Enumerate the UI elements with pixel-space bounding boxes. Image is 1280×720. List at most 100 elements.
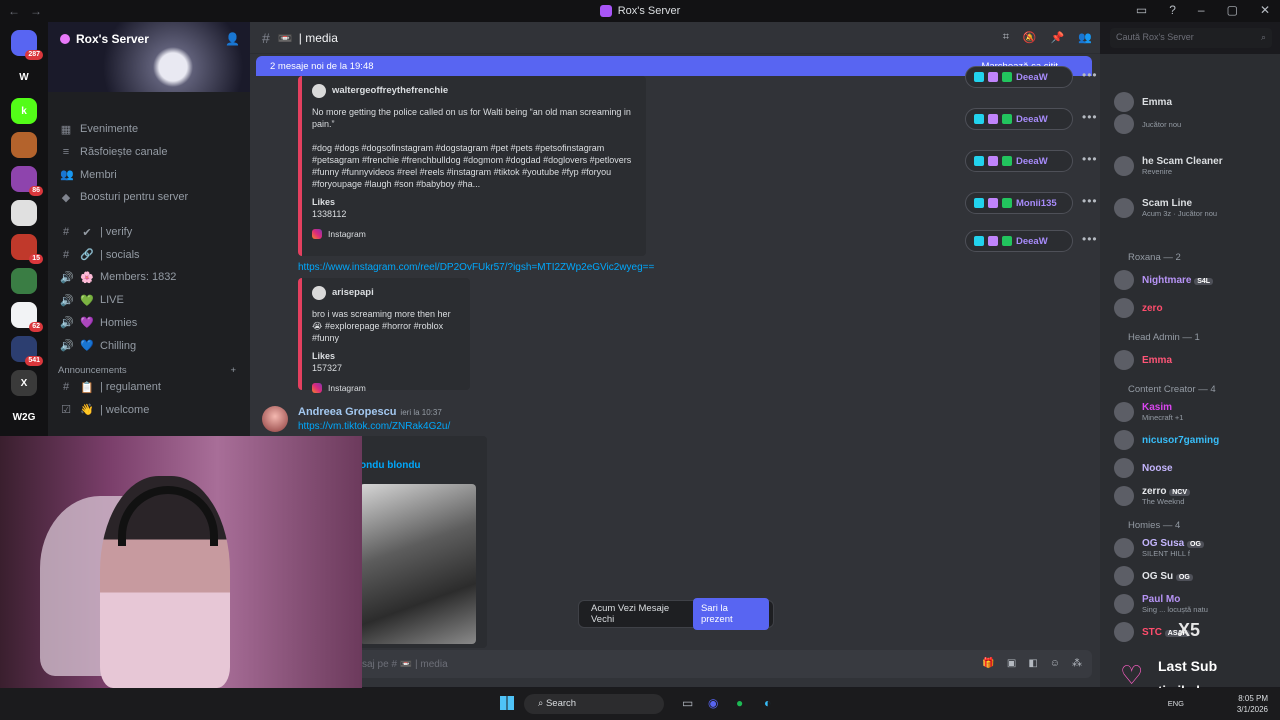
channel-item[interactable]: 🔊 💙 Chilling — [48, 334, 250, 357]
message-author[interactable]: Andreea Gropescu ieri la 10:37 — [298, 406, 442, 418]
voice-status-pill[interactable]: Monii135 — [965, 192, 1073, 214]
instagram-link[interactable]: https://www.instagram.com/reel/DP2OvFUkr… — [298, 262, 654, 273]
discord-icon[interactable]: ◉ — [708, 696, 718, 710]
server-list: 287 Wk 86 15 62 541 X W2G — [0, 22, 48, 464]
hash-icon: # — [262, 29, 270, 46]
member-list-icon[interactable]: 👥 — [1078, 31, 1092, 44]
apps-icon[interactable]: ⁂ — [1072, 658, 1082, 669]
menu-events[interactable]: ▦ Evenimente — [48, 118, 250, 141]
member-info: zerro NCV The Weeknd — [1142, 486, 1191, 506]
add-channel-icon[interactable]: + — [230, 365, 236, 376]
server-banner[interactable]: Rox's Server 👤 — [48, 22, 250, 92]
maximize-button[interactable]: ▢ — [1227, 3, 1238, 17]
channel-item[interactable]: # ✔ | verify — [48, 221, 250, 244]
member-item[interactable]: Noose — [1114, 456, 1173, 480]
category-announcements[interactable]: Announcements + — [48, 357, 250, 376]
minimize-button[interactable]: – — [1198, 3, 1205, 17]
member-item[interactable]: Jucător nou — [1114, 112, 1181, 136]
file-explorer-icon[interactable]: ▭ — [682, 696, 693, 710]
sticker-icon[interactable]: ◧ — [1028, 658, 1037, 669]
voice-status-pill[interactable]: DeeaW — [965, 108, 1073, 130]
server-initial: W2G — [12, 411, 36, 423]
channel-item[interactable]: 🔊 🌸 Members: 1832 — [48, 266, 250, 289]
invite-icon[interactable]: 👤 — [225, 32, 240, 46]
threads-icon[interactable]: ⌗ — [1003, 31, 1009, 44]
voice-status-pill[interactable]: DeeaW — [965, 150, 1073, 172]
close-button[interactable]: ✕ — [1260, 3, 1270, 17]
spotify-icon[interactable]: ● — [736, 696, 743, 710]
taskbar-search[interactable]: ⌕ Search — [524, 694, 664, 714]
server-icon[interactable]: 86 — [11, 166, 43, 196]
member-group-title: Roxana — 2 — [1128, 252, 1181, 263]
member-item[interactable]: OG Susa OG SILENT HILL f — [1114, 536, 1204, 560]
emoji-icon[interactable]: ☺ — [1050, 658, 1060, 669]
server-icon[interactable] — [11, 132, 37, 158]
server-icon[interactable]: 62 — [11, 302, 43, 332]
channel-label: Members: 1832 — [100, 271, 177, 284]
more-options-icon[interactable]: ••• — [1082, 68, 1098, 82]
voice-status-pill[interactable]: DeeaW — [965, 230, 1073, 252]
member-item[interactable]: zerro NCV The Weeknd — [1114, 484, 1191, 508]
more-options-icon[interactable]: ••• — [1082, 194, 1098, 208]
server-icon[interactable]: 287 — [11, 30, 43, 60]
message-input[interactable]: saj pe # 📼 | media 🎁 ▣ ◧ ☺ ⁂ — [350, 650, 1092, 678]
menu-members[interactable]: 👥 Membri — [48, 163, 250, 186]
author-name[interactable]: Andreea Gropescu — [298, 406, 396, 418]
member-item[interactable]: zero — [1114, 296, 1163, 320]
windows-start-icon[interactable] — [500, 696, 514, 710]
gift-icon[interactable]: 🎁 — [982, 658, 994, 669]
video-thumbnail[interactable] — [360, 484, 476, 644]
clock[interactable]: 8:05 PM 3/1/2026 — [1237, 693, 1268, 715]
channel-item[interactable]: # 🔗 | socials — [48, 243, 250, 266]
embed-title[interactable]: ondu blondu — [360, 460, 421, 471]
gif-icon[interactable]: ▣ — [1007, 658, 1016, 669]
channel-item[interactable]: ☑ 👋 | welcome — [48, 399, 250, 422]
menu-browse-channels[interactable]: ≡ Răsfoiește canale — [48, 141, 250, 164]
composer-placeholder: saj pe # 📼 | media — [362, 658, 448, 670]
tiktok-link[interactable]: https://vm.tiktok.com/ZNRak4G2u/ — [298, 421, 450, 432]
channel-item[interactable]: 🔊 💜 Homies — [48, 312, 250, 335]
unread-badge: 15 — [29, 254, 43, 264]
member-item[interactable]: he Scam Cleaner Revenire — [1114, 154, 1223, 178]
embed-author[interactable]: waltergeoffreythefrenchie — [312, 84, 636, 98]
member-tag: S4L — [1194, 277, 1214, 285]
edge-icon[interactable]: ◐ — [764, 696, 771, 710]
member-item[interactable]: nicusor7gaming — [1114, 428, 1219, 452]
member-item[interactable]: OG Su OG — [1114, 564, 1193, 588]
server-icon[interactable] — [11, 200, 37, 226]
search-input[interactable]: Caută Rox's Server ⌕ — [1110, 28, 1272, 48]
member-item[interactable]: Emma — [1114, 348, 1172, 372]
pin-icon[interactable]: 📌 — [1051, 31, 1065, 44]
server-name[interactable]: Rox's Server — [60, 32, 149, 46]
member-item[interactable]: Scam Line Acum 3z · Jucător nou — [1114, 196, 1217, 220]
voice-status-pill[interactable]: DeeaW — [965, 66, 1073, 88]
member-item[interactable]: Kasim Minecraft +1 — [1114, 400, 1183, 424]
pill-name: DeeaW — [1016, 71, 1048, 83]
server-icon[interactable]: k — [11, 98, 37, 124]
channel-label: Chilling — [100, 339, 137, 352]
jump-to-present-button[interactable]: Sari la prezent — [692, 598, 769, 630]
embed-author[interactable]: arisepapi — [312, 286, 460, 300]
channel-item[interactable]: 🔊 💚 LIVE — [48, 289, 250, 312]
member-info: he Scam Cleaner Revenire — [1142, 156, 1223, 176]
member-item[interactable]: Nightmare S4L — [1114, 268, 1214, 292]
server-icon[interactable]: W2G — [11, 404, 37, 430]
nav-arrows[interactable]: ←→ — [8, 4, 52, 18]
language-indicator[interactable]: ENG — [1168, 699, 1184, 708]
server-icon[interactable] — [11, 268, 37, 294]
server-icon[interactable]: 15 — [11, 234, 43, 264]
channel-item[interactable]: # 📋 | regulament — [48, 376, 250, 399]
server-icon[interactable]: X — [11, 370, 37, 396]
help-icon[interactable]: ? — [1169, 3, 1176, 17]
inbox-icon[interactable]: ▭ — [1136, 3, 1147, 17]
mute-icon[interactable]: 🔕 — [1023, 31, 1037, 44]
member-item[interactable]: Paul Mo Sing ... locuștă natu — [1114, 592, 1208, 616]
avatar[interactable] — [262, 406, 288, 432]
menu-boosts[interactable]: ◆ Boosturi pentru server — [48, 186, 250, 209]
more-options-icon[interactable]: ••• — [1082, 152, 1098, 166]
server-icon[interactable]: 541 — [11, 336, 43, 366]
more-options-icon[interactable]: ••• — [1082, 110, 1098, 124]
server-icon[interactable]: W — [11, 64, 37, 90]
member-item[interactable]: Emma — [1114, 90, 1172, 114]
more-options-icon[interactable]: ••• — [1082, 232, 1098, 246]
